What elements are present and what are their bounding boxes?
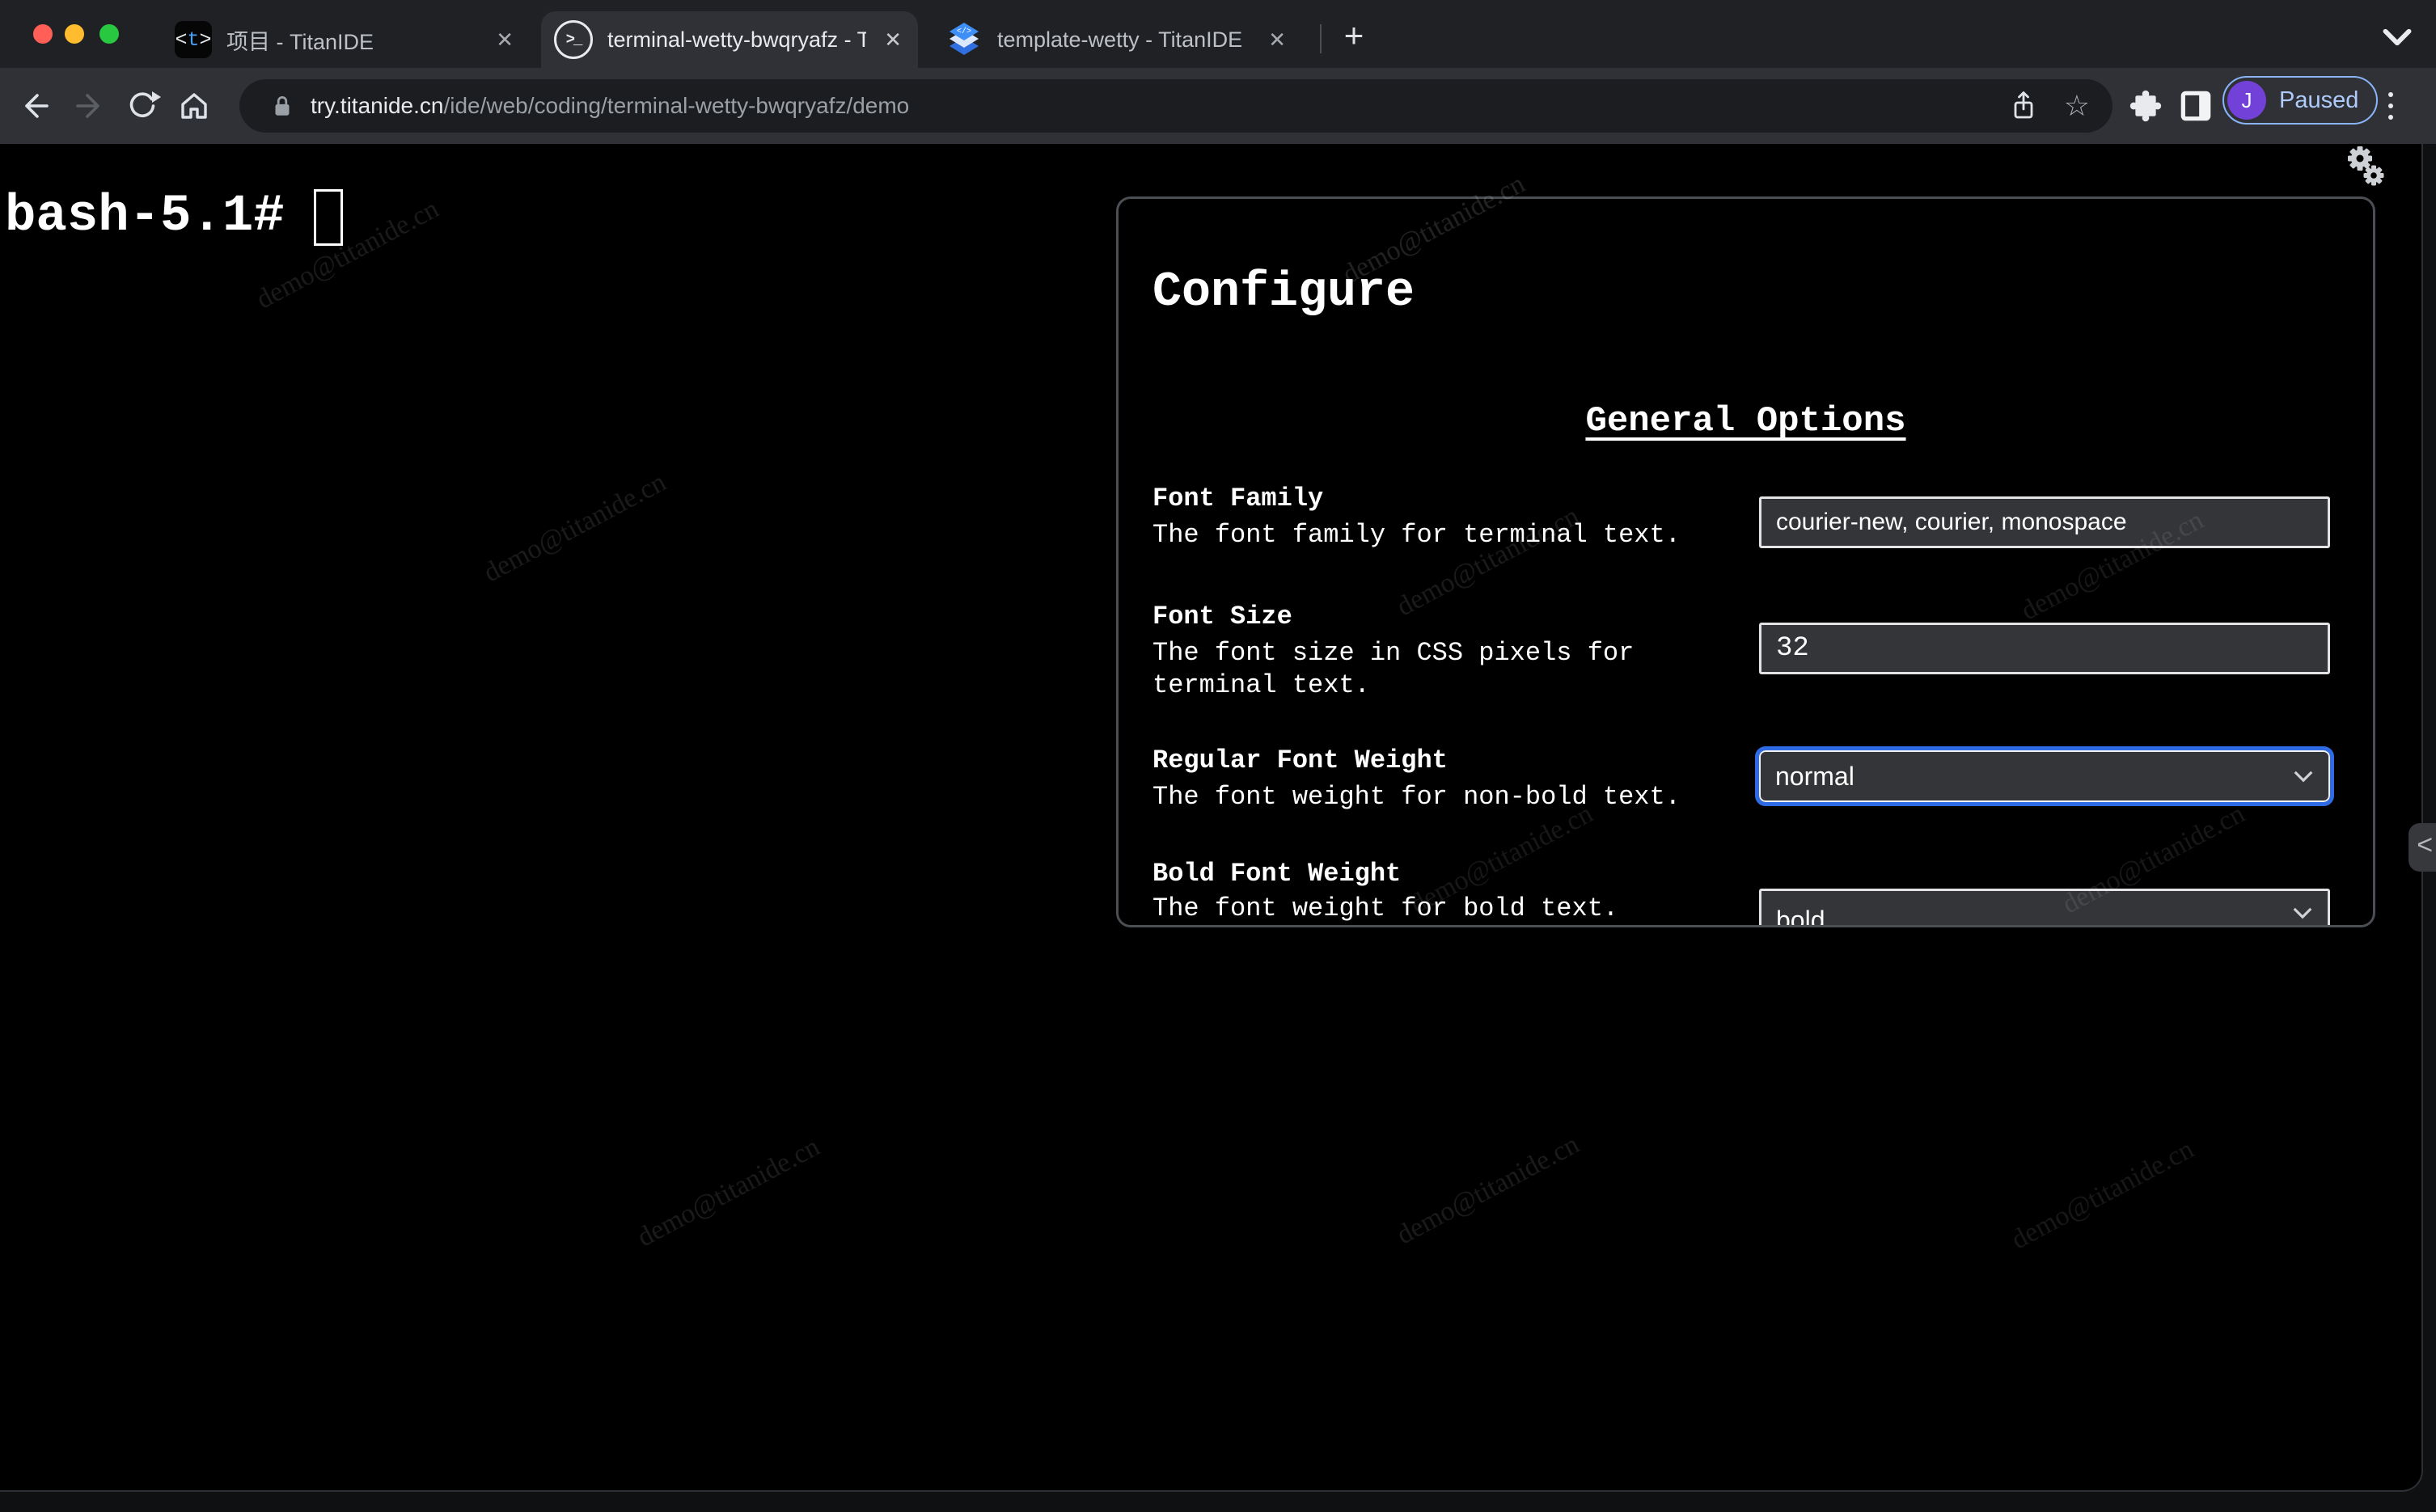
profile-status-label: Paused bbox=[2279, 87, 2359, 113]
window-zoom-button[interactable] bbox=[99, 24, 119, 44]
tab-terminal-wetty[interactable]: >_ terminal-wetty-bwqryafz - Tita ✕ bbox=[541, 11, 918, 68]
panel-collapse-handle[interactable]: < bbox=[2409, 823, 2436, 872]
terminal-prompt: bash-5.1# bbox=[5, 188, 316, 246]
window-minimize-button[interactable] bbox=[65, 24, 84, 44]
back-icon[interactable] bbox=[16, 87, 55, 125]
terminal-favicon: >_ bbox=[554, 20, 593, 59]
url-text: try.titanide.cn/ide/web/coding/terminal-… bbox=[311, 93, 909, 119]
chevron-down-icon bbox=[2293, 769, 2314, 783]
extensions-puzzle-icon[interactable] bbox=[2127, 87, 2164, 125]
panel-title: Configure bbox=[1152, 265, 1415, 320]
home-icon[interactable] bbox=[175, 87, 214, 125]
selected-value: bold bbox=[1776, 906, 1825, 927]
bold-font-weight-select[interactable]: bold bbox=[1759, 889, 2330, 927]
reload-icon[interactable] bbox=[123, 87, 162, 125]
section-heading: General Options bbox=[1585, 401, 1906, 441]
url-domain: try.titanide.cn bbox=[311, 93, 444, 118]
url-bar[interactable]: try.titanide.cn/ide/web/coding/terminal-… bbox=[239, 79, 2112, 133]
side-panel-icon[interactable] bbox=[2177, 87, 2214, 125]
tab-title: template-wetty - TitanIDE bbox=[997, 27, 1243, 52]
configure-panel: Configure General Options Font Family Th… bbox=[1116, 196, 2375, 927]
browser-toolbar: try.titanide.cn/ide/web/coding/terminal-… bbox=[0, 68, 2436, 144]
tab-project-titanide[interactable]: < t > 项目 - TitanIDE ✕ bbox=[162, 11, 530, 68]
regular-font-weight-description: The font weight for non-bold text. bbox=[1152, 782, 1681, 812]
layers-favicon: </> bbox=[945, 21, 983, 58]
regular-font-weight-label: Regular Font Weight bbox=[1152, 745, 1448, 775]
share-icon[interactable] bbox=[2007, 88, 2040, 124]
browser-menu-icon[interactable] bbox=[2381, 87, 2400, 125]
profile-avatar[interactable]: J bbox=[2227, 81, 2266, 120]
tab-close-icon[interactable]: ✕ bbox=[493, 26, 517, 53]
regular-font-weight-select[interactable]: normal bbox=[1755, 746, 2334, 806]
font-size-input[interactable] bbox=[1759, 623, 2330, 674]
bold-font-weight-description: The font weight for bold text. bbox=[1152, 893, 1619, 923]
bold-font-weight-label: Bold Font Weight bbox=[1152, 859, 1402, 889]
settings-gears-icon[interactable] bbox=[2339, 142, 2391, 194]
terminal-cursor bbox=[314, 189, 343, 246]
tab-close-icon[interactable]: ✕ bbox=[1265, 26, 1289, 53]
chevron-left-icon: < bbox=[2417, 832, 2434, 863]
tab-separator bbox=[1320, 24, 1322, 53]
lock-icon[interactable] bbox=[269, 92, 296, 120]
font-size-description: The font size in CSS pixels for terminal… bbox=[1152, 638, 1635, 700]
forward-icon[interactable] bbox=[70, 87, 108, 125]
tab-title: 项目 - TitanIDE bbox=[226, 29, 374, 54]
font-size-label: Font Size bbox=[1152, 602, 1292, 631]
tab-overflow-chevron-icon[interactable] bbox=[2379, 19, 2415, 55]
window-close-button[interactable] bbox=[33, 24, 53, 44]
tab-close-icon[interactable]: ✕ bbox=[881, 26, 905, 53]
titanide-favicon: < t > bbox=[175, 21, 212, 58]
chevron-down-icon bbox=[2292, 906, 2313, 920]
tab-title: terminal-wetty-bwqryafz - Tita bbox=[607, 27, 866, 52]
browser-window: < t > 项目 - TitanIDE ✕ >_ terminal-wetty-bw… bbox=[0, 0, 2436, 1512]
font-family-description: The font family for terminal text. bbox=[1152, 520, 1681, 550]
new-tab-button[interactable]: + bbox=[1333, 15, 1375, 57]
font-family-input[interactable] bbox=[1759, 496, 2330, 548]
font-family-label: Font Family bbox=[1152, 484, 1324, 513]
url-path: /ide/web/coding/terminal-wetty-bwqryafz/… bbox=[443, 93, 910, 118]
tab-template-wetty[interactable]: </> template-wetty - TitanIDE ✕ bbox=[933, 11, 1302, 68]
tab-strip: < t > 项目 - TitanIDE ✕ >_ terminal-wetty-bw… bbox=[0, 0, 2436, 68]
selected-value: normal bbox=[1775, 761, 1854, 791]
profile-paused-pill[interactable]: J Paused bbox=[2222, 76, 2379, 125]
bookmark-star-icon[interactable]: ☆ bbox=[2064, 91, 2090, 120]
